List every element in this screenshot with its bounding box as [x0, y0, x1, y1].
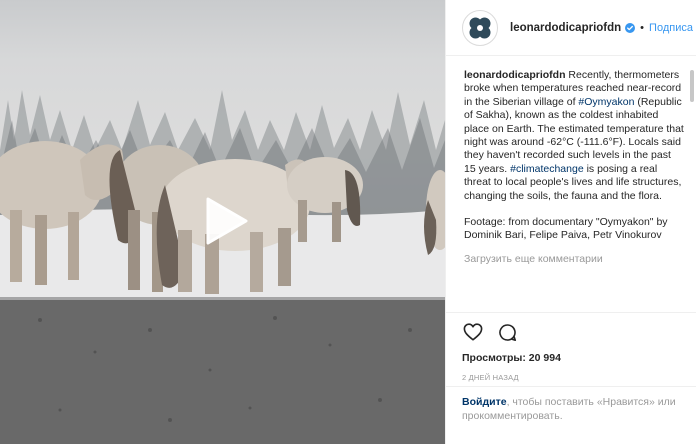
post-timestamp[interactable]: 2 ДНЕЙ НАЗАД — [462, 373, 681, 382]
comment-icon — [498, 323, 516, 341]
post-actions: Просмотры: 20 994 2 ДНЕЙ НАЗАД — [446, 312, 696, 382]
login-link[interactable]: Войдите — [462, 396, 507, 408]
hashtag-oymyakon[interactable]: #Oymyakon — [578, 96, 634, 108]
foundation-logo-icon — [469, 17, 491, 38]
caption-footage-credit: Footage: from documentary "Oymyakon" by … — [464, 216, 668, 242]
post-username[interactable]: leonardodicapriofdn — [510, 22, 621, 34]
comments-scrollbar[interactable] — [690, 70, 694, 102]
hashtag-climatechange[interactable]: #climatechange — [510, 163, 584, 175]
post-header: leonardodicapriofdn • Подписа — [446, 0, 696, 56]
load-more-comments-button[interactable]: Загрузить еще комментарии — [464, 253, 679, 265]
heart-icon — [463, 323, 483, 341]
avatar[interactable] — [462, 9, 498, 46]
post-sidebar: leonardodicapriofdn • Подписа leonardodi… — [445, 0, 696, 444]
like-button[interactable] — [462, 321, 484, 343]
post-caption: leonardodicapriofdn Recently, thermomete… — [464, 69, 684, 243]
verified-badge-icon — [625, 22, 636, 33]
header-separator: • — [640, 21, 645, 34]
action-icons — [462, 321, 681, 343]
view-count: Просмотры: 20 994 — [462, 352, 561, 364]
play-button[interactable] — [200, 195, 252, 247]
instagram-post-modal: leonardodicapriofdn • Подписа leonardodi… — [0, 0, 696, 444]
follow-button[interactable]: Подписа — [649, 22, 693, 34]
post-video[interactable] — [0, 0, 445, 444]
comments-area[interactable]: leonardodicapriofdn Recently, thermomete… — [446, 57, 696, 312]
play-icon — [206, 197, 248, 245]
video-progress-shade — [0, 297, 445, 444]
caption-username[interactable]: leonardodicapriofdn — [464, 69, 566, 81]
comment-button[interactable] — [496, 321, 518, 343]
login-prompt: Войдите, чтобы поставить «Нравится» или … — [446, 386, 696, 444]
